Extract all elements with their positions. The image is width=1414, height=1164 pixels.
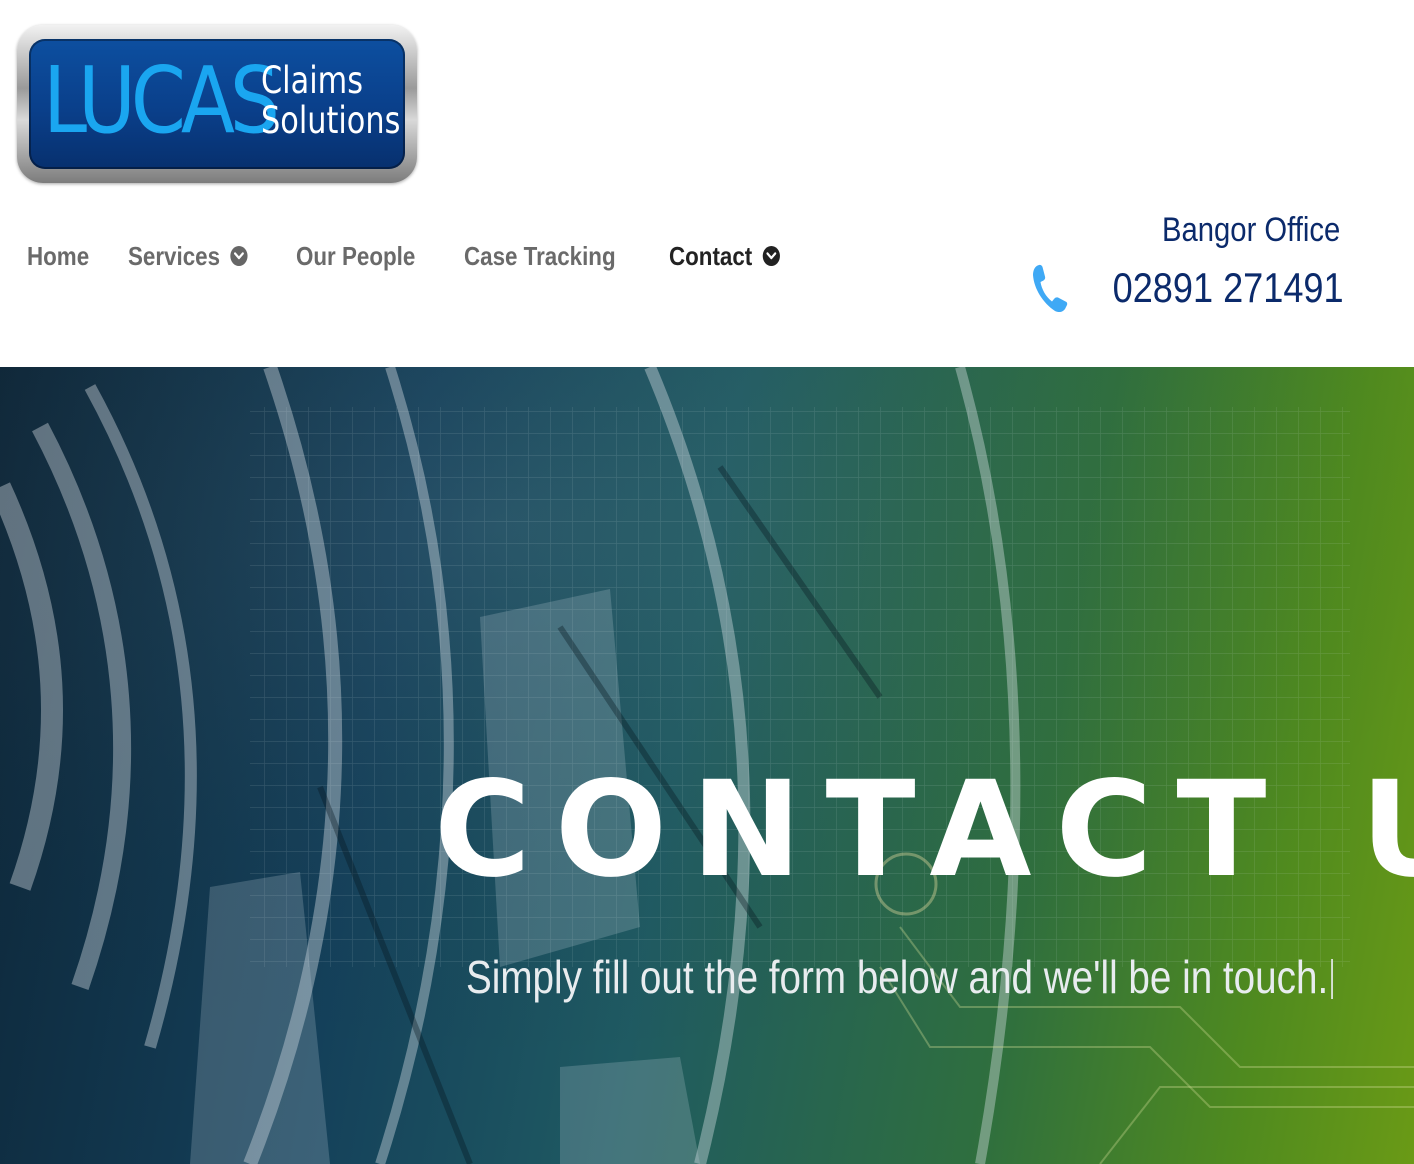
nav-item-home[interactable]: Home [27, 241, 89, 272]
nav-item-contact[interactable]: Contact [669, 240, 781, 272]
office-label: Bangor Office [1161, 211, 1340, 249]
chevron-down-icon[interactable] [230, 246, 248, 266]
main-nav: Home Services Our People Case Tracking C… [27, 236, 827, 276]
logo-sub-line1: Claims [261, 59, 364, 102]
logo-sub-line2: Solutions [261, 99, 401, 142]
nav-item-label: Our People [296, 240, 416, 271]
phone-icon [1033, 264, 1068, 313]
phone-number[interactable]: 02891 271491 [1113, 264, 1344, 312]
phone-link[interactable]: 02891 271491 [1031, 262, 1344, 314]
hero-title: CONTACT US [434, 753, 1414, 907]
nav-item-label: Contact [669, 240, 753, 271]
company-logo[interactable]: LUCAS Claims Solutions [17, 25, 417, 183]
nav-item-label: Home [27, 240, 90, 271]
logo-subtitle: Claims Solutions [261, 61, 400, 141]
nav-item-label: Case Tracking [463, 240, 616, 271]
nav-item-label: Services [128, 240, 221, 271]
hero-banner: CONTACT US Simply fill out the form belo… [0, 367, 1414, 1164]
hero-subtitle-text: Simply fill out the form below and we'll… [466, 951, 1329, 1003]
logo-panel: LUCAS Claims Solutions [29, 39, 405, 169]
nav-item-services[interactable]: Services [128, 241, 248, 272]
typing-cursor [1331, 959, 1334, 999]
nav-item-case-tracking[interactable]: Case Tracking [464, 241, 616, 272]
site-header: LUCAS Claims Solutions Home Services Our… [0, 0, 1414, 367]
nav-item-our-people[interactable]: Our People [296, 241, 415, 272]
chevron-down-icon[interactable] [762, 246, 781, 266]
logo-wordmark: LUCAS [43, 47, 280, 154]
hero-subtitle: Simply fill out the form below and we'll… [466, 950, 1334, 1004]
